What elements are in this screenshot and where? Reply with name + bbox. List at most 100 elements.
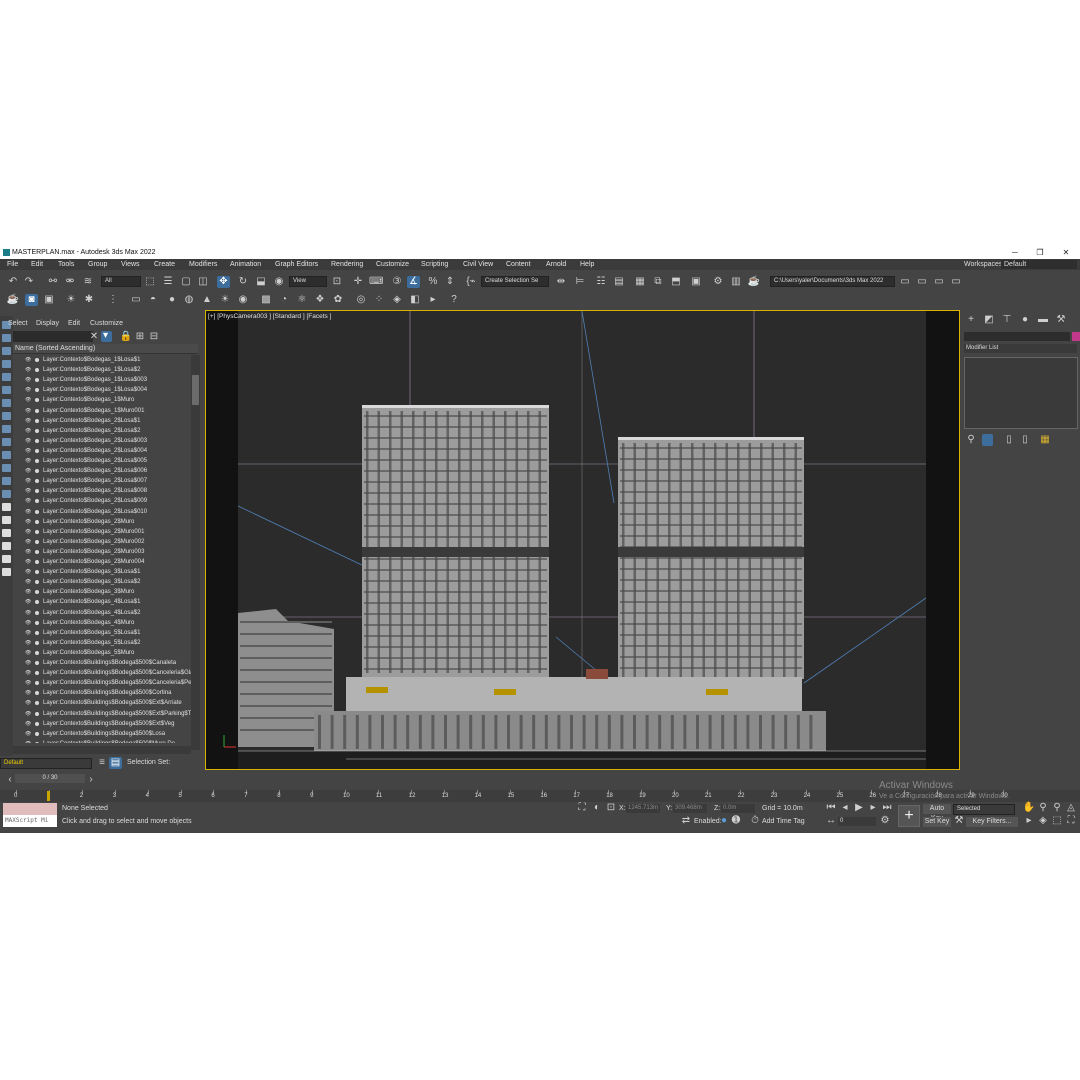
list-item[interactable]: 👁 Layer:Contexto$Bodegas_2$Losa$2 bbox=[13, 426, 191, 436]
freeze-dot-icon[interactable] bbox=[35, 560, 39, 564]
visibility-eye-icon[interactable]: 👁 bbox=[25, 355, 31, 365]
save-folder-icon[interactable]: ▭ bbox=[932, 276, 946, 288]
visibility-eye-icon[interactable]: 👁 bbox=[25, 527, 31, 537]
freeze-dot-icon[interactable] bbox=[35, 418, 39, 423]
select-by-name-icon[interactable]: ☰ bbox=[161, 276, 175, 288]
menu-help[interactable]: Help bbox=[580, 259, 594, 270]
freeze-dot-icon[interactable] bbox=[35, 580, 39, 585]
clear-search-icon[interactable]: ✕ bbox=[87, 331, 101, 343]
display-xrefs-icon[interactable] bbox=[2, 399, 11, 407]
freeze-dot-icon[interactable] bbox=[35, 368, 39, 373]
visibility-eye-icon[interactable]: 👁 bbox=[25, 567, 31, 577]
visibility-eye-icon[interactable]: 👁 bbox=[25, 638, 31, 648]
menu-create[interactable]: Create bbox=[154, 259, 175, 270]
object-name-field[interactable] bbox=[964, 332, 1070, 341]
dome-icon[interactable]: ◓ bbox=[146, 294, 160, 306]
configure-modifier-icon[interactable]: ▦ bbox=[1038, 434, 1052, 446]
list-item[interactable]: 👁 Layer:Contexto$Bodegas_4$Muro bbox=[13, 618, 191, 628]
pan-view-icon[interactable]: ✋ bbox=[1022, 802, 1036, 814]
visibility-eye-icon[interactable]: 👁 bbox=[25, 698, 31, 708]
visibility-eye-icon[interactable]: 👁 bbox=[25, 486, 31, 496]
visibility-eye-icon[interactable]: 👁 bbox=[25, 365, 31, 375]
freeze-dot-icon[interactable] bbox=[35, 691, 39, 696]
visibility-eye-icon[interactable]: 👁 bbox=[25, 395, 31, 405]
freeze-dot-icon[interactable] bbox=[35, 671, 39, 676]
visibility-eye-icon[interactable]: 👁 bbox=[25, 597, 31, 607]
freeze-dot-icon[interactable] bbox=[35, 630, 39, 635]
menu-file[interactable]: File bbox=[7, 259, 18, 270]
scene-horizontal-scrollbar[interactable] bbox=[13, 746, 191, 754]
freeze-dot-icon[interactable] bbox=[35, 590, 39, 595]
named-selection-dropdown[interactable]: Create Selection Se bbox=[481, 276, 549, 287]
place-icon[interactable]: ◉ bbox=[272, 276, 286, 288]
display-helpers-icon[interactable] bbox=[2, 360, 11, 368]
menu-arnold[interactable]: Arnold bbox=[546, 259, 566, 270]
scatter-icon[interactable]: ⚛ bbox=[295, 294, 309, 306]
visibility-eye-icon[interactable]: 👁 bbox=[25, 729, 31, 739]
maximize-viewport-icon[interactable]: ⛶ bbox=[1064, 815, 1078, 827]
list-item[interactable]: 👁 Layer:Contexto$Bodegas_1$Muro001 bbox=[13, 406, 191, 416]
visibility-eye-icon[interactable]: 👁 bbox=[25, 385, 31, 395]
list-item[interactable]: 👁 Layer:Contexto$Bodegas_2$Losa$007 bbox=[13, 476, 191, 486]
scale-icon[interactable]: ⬓ bbox=[254, 276, 268, 288]
invert-display-icon[interactable] bbox=[2, 490, 11, 498]
list-item[interactable]: 👁 Layer:Contexto$Bodegas_2$Muro004 bbox=[13, 557, 191, 567]
lock-cell-icon[interactable] bbox=[2, 516, 11, 524]
menu-civil-view[interactable]: Civil View bbox=[463, 259, 493, 270]
list-item[interactable]: 👁 Layer:Contexto$Buildings$Bodega$500$Ext… bbox=[13, 698, 191, 708]
rendered-frame-window-icon[interactable]: ▥ bbox=[729, 276, 743, 288]
freeze-dot-icon[interactable] bbox=[35, 479, 39, 484]
modifier-stack[interactable] bbox=[964, 357, 1078, 429]
list-item[interactable]: 👁 Layer:Contexto$Bodegas_1$Losa$2 bbox=[13, 365, 191, 375]
freeze-dot-icon[interactable] bbox=[35, 358, 39, 362]
sky-icon[interactable]: ◉ bbox=[236, 294, 250, 306]
select-manipulate-icon[interactable]: ✛ bbox=[351, 276, 365, 288]
select-and-move-button[interactable]: ✥ bbox=[217, 276, 230, 288]
reference-coordinate-dropdown[interactable]: View bbox=[289, 276, 327, 287]
utilities-tab-icon[interactable]: ⚒ bbox=[1054, 314, 1068, 326]
dolly-icon[interactable]: ⬚ bbox=[1050, 815, 1064, 827]
freeze-dot-icon[interactable] bbox=[35, 529, 39, 534]
keyboard-shortcut-icon[interactable]: ⌨ bbox=[369, 276, 383, 288]
visibility-eye-icon[interactable]: 👁 bbox=[25, 618, 31, 628]
render-setup-icon[interactable]: ⚙ bbox=[711, 276, 725, 288]
field-of-view-icon[interactable]: ◬ bbox=[1064, 802, 1078, 814]
visibility-eye-icon[interactable]: 👁 bbox=[25, 557, 31, 567]
menu-graph-editors[interactable]: Graph Editors bbox=[275, 259, 318, 270]
dependencies-icon[interactable] bbox=[2, 529, 11, 537]
selection-lock-icon[interactable]: ◐ bbox=[590, 802, 604, 814]
freeze-dot-icon[interactable] bbox=[35, 519, 39, 524]
hierarchy-tab-icon[interactable]: ⊤ bbox=[1000, 314, 1014, 326]
lock-icon[interactable]: 🔒 bbox=[119, 331, 133, 343]
display-groups-icon[interactable] bbox=[2, 386, 11, 394]
set-key-button[interactable]: Set Key bbox=[923, 817, 951, 827]
menu-edit[interactable]: Edit bbox=[31, 259, 43, 270]
display-lights-icon[interactable] bbox=[2, 334, 11, 342]
current-frame-field[interactable]: 0 bbox=[838, 817, 876, 826]
zoom-icon[interactable]: ⚲ bbox=[1036, 802, 1050, 814]
freeze-dot-icon[interactable] bbox=[35, 741, 39, 743]
list-item[interactable]: 👁 Layer:Contexto$Buildings$Bodega$500$Can… bbox=[13, 668, 191, 678]
visibility-eye-icon[interactable]: 👁 bbox=[25, 719, 31, 729]
freeze-dot-icon[interactable] bbox=[35, 549, 39, 554]
hierarchy-icon[interactable]: ⊞ bbox=[133, 331, 147, 343]
selection-filter-dropdown[interactable]: All bbox=[101, 276, 141, 287]
list-item[interactable]: 👁 Layer:Contexto$Buildings$Bodega$500$Can… bbox=[13, 678, 191, 688]
display-all-icon[interactable] bbox=[2, 464, 11, 472]
visibility-eye-icon[interactable]: 👁 bbox=[25, 476, 31, 486]
display-containers-icon[interactable] bbox=[2, 425, 11, 433]
visibility-eye-icon[interactable]: 👁 bbox=[25, 547, 31, 557]
freeze-dot-icon[interactable] bbox=[35, 388, 39, 393]
layer-stack-icon[interactable]: ≡ bbox=[95, 757, 109, 769]
list-item[interactable]: 👁 Layer:Contexto$Bodegas_2$Muro003 bbox=[13, 547, 191, 557]
menu-animation[interactable]: Animation bbox=[230, 259, 261, 270]
scene-menu-select[interactable]: Select bbox=[8, 318, 27, 329]
freeze-dot-icon[interactable] bbox=[35, 620, 39, 625]
create-tab-icon[interactable]: + bbox=[964, 314, 978, 326]
list-item[interactable]: 👁 Layer:Contexto$Bodegas_4$Losa$2 bbox=[13, 608, 191, 618]
enabled-toggle-icon[interactable]: ➊ bbox=[729, 815, 743, 827]
maxscript-mini-listener[interactable]: MAXScript Mi bbox=[3, 815, 57, 827]
set-key-big-button[interactable]: + bbox=[898, 805, 920, 827]
edit-named-selection-icon[interactable]: {⌁ bbox=[464, 276, 478, 288]
visibility-eye-icon[interactable]: 👁 bbox=[25, 456, 31, 466]
